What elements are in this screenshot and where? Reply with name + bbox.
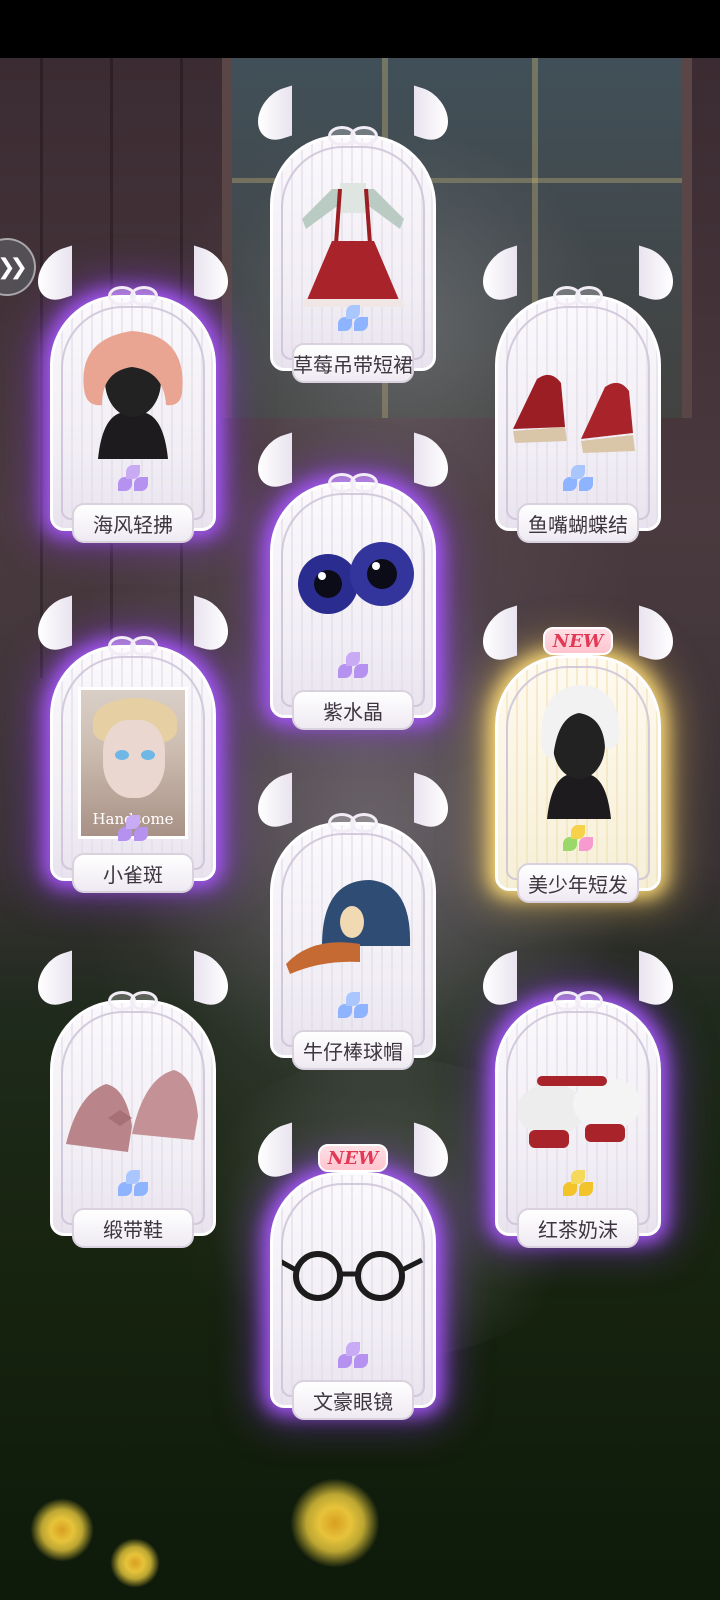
bow-ornament: [328, 470, 378, 493]
round-glasses-image: [282, 1251, 424, 1301]
yellow-flower: [290, 1478, 380, 1568]
denim-baseball-cap-image: [286, 880, 411, 974]
card-name-label: 红茶奶沫: [517, 1208, 639, 1248]
purple-gem-icon: [116, 813, 150, 847]
new-badge: NEW: [543, 627, 613, 655]
yellow-flower: [30, 1498, 94, 1562]
blue-gem-icon: [336, 990, 370, 1024]
card-name-label: 小雀斑: [72, 853, 194, 893]
bow-ornament: [108, 988, 158, 1011]
blue-eyes-image: [298, 542, 414, 614]
status-bar: [0, 0, 720, 58]
card-name-label: 紫水晶: [292, 690, 414, 730]
pink-ribbon-shoes-image: [66, 1070, 198, 1152]
purple-gem-icon: [116, 463, 150, 497]
bow-ornament: [553, 988, 603, 1011]
card-name-label: 海风轻拂: [72, 503, 194, 543]
card-name-label: 美少年短发: [517, 863, 639, 903]
white-short-hair-image: [541, 685, 620, 819]
purple-gem-icon: [336, 650, 370, 684]
gold-gem-icon: [561, 1168, 595, 1202]
pink-wavy-hair-image: [83, 331, 183, 459]
bow-ornament: [328, 123, 378, 146]
purple-gem-icon: [336, 1340, 370, 1374]
yellow-flower: [110, 1538, 160, 1588]
bow-ornament: [553, 283, 603, 306]
blue-gem-icon: [116, 1168, 150, 1202]
card-name-label: 草莓吊带短裙: [292, 343, 414, 383]
blue-gem-icon: [561, 463, 595, 497]
new-badge: NEW: [318, 1144, 388, 1172]
double-chevron-right-icon: ❯❯: [0, 254, 28, 280]
lace-puff-sleeves-image: [517, 1076, 641, 1148]
bow-ornament: [108, 283, 158, 306]
card-name-label: 缎带鞋: [72, 1208, 194, 1248]
bow-ornament: [328, 810, 378, 833]
blue-gem-icon: [336, 303, 370, 337]
wall-plank: [40, 58, 43, 678]
card-name-label: 鱼嘴蝴蝶结: [517, 503, 639, 543]
bow-ornament: [108, 633, 158, 656]
card-name-label: 文豪眼镜: [292, 1380, 414, 1420]
red-peep-toe-wedges-image: [513, 374, 635, 453]
rainbow-gem-icon: [561, 823, 595, 857]
strawberry-suspender-skirt-image: [302, 183, 404, 307]
card-name-label: 牛仔棒球帽: [292, 1030, 414, 1070]
